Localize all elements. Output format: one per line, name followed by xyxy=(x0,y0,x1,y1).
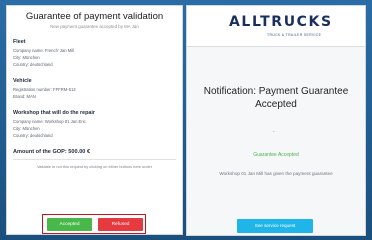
refuse-button[interactable]: Refused xyxy=(98,218,143,231)
vehicle-section: Vehicle Registration number: FFFRM-513 B… xyxy=(13,78,182,100)
separator-dot: . xyxy=(273,128,275,134)
vehicle-heading: Vehicle xyxy=(13,78,32,84)
accept-button[interactable]: Accepted xyxy=(47,218,92,231)
divider xyxy=(13,159,176,160)
notification-title: Notification: Payment Guarantee Accepted xyxy=(203,86,349,110)
notification-panel: ALLTRUCKS TRUCK & TRAILER SERVICE Notifi… xyxy=(186,5,366,236)
notification-header: ALLTRUCKS TRUCK & TRAILER SERVICE xyxy=(187,6,365,47)
alltrucks-logo: ALLTRUCKS xyxy=(229,14,333,30)
vehicle-brand: Brand: MAN xyxy=(13,94,36,99)
workshop-section: Workshop that will do the repair Company… xyxy=(13,110,182,139)
page-subtitle: New payment guarantee accepted by MA Jan xyxy=(50,24,139,29)
notification-message: Workshop 01 Jan Mill has given the payme… xyxy=(219,171,333,176)
gop-amount: Amount of the GOP: 500.00 € xyxy=(13,149,91,155)
validation-panel: Guarantee of payment validation New paym… xyxy=(6,5,183,235)
workshop-company-name: Company name: Workshop 01 Jan Eric xyxy=(13,119,86,124)
logo-tagline: TRUCK & TRAILER SERVICE xyxy=(267,33,322,37)
workshop-city: City: München xyxy=(13,126,40,131)
workshop-heading: Workshop that will do the repair xyxy=(13,110,95,116)
vehicle-registration: Registration number: FFFRM-513 xyxy=(13,87,76,92)
notification-body: Notification: Payment Guarantee Accepted… xyxy=(187,47,365,235)
fleet-company-name: Company name: French' Jan Mill xyxy=(13,48,75,53)
status-label: Guarantee Accepted xyxy=(253,152,299,158)
workshop-country: Country: deutschland xyxy=(13,133,53,138)
fleet-city: City: München xyxy=(13,55,40,60)
validation-instructions: Validate or not this request by clicking… xyxy=(37,164,152,169)
fleet-heading: Fleet xyxy=(13,39,26,45)
see-service-request-button[interactable]: See service request xyxy=(237,219,313,233)
page-title: Guarantee of payment validation xyxy=(25,11,164,22)
fleet-country: Country: deutschland xyxy=(13,62,53,67)
fleet-section: Fleet Company name: French' Jan Mill Cit… xyxy=(13,39,182,68)
